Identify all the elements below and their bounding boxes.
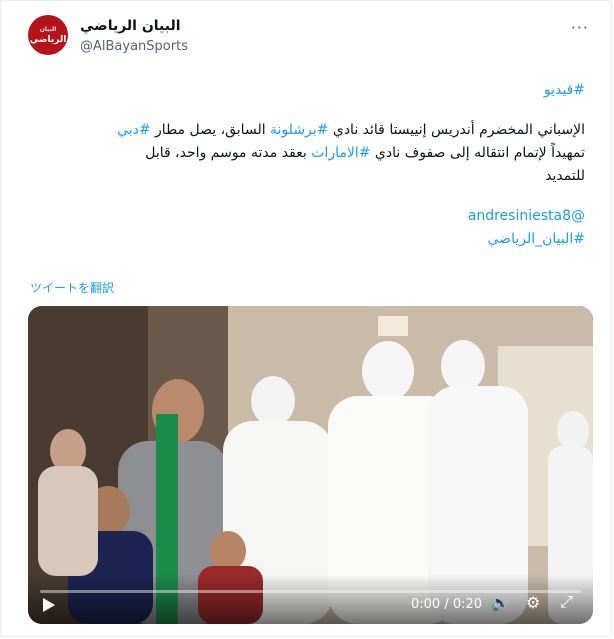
- video-player[interactable]: 0:00 / 0:20 🔊 ⚙ ⤢: [28, 306, 593, 624]
- text-line1-a: الإسباني المخضرم أندريس إنييستا قائد ناد…: [328, 122, 585, 138]
- text-line2-a: تمهيداً لإتمام انتقاله إلى صفوف نادي: [370, 145, 585, 161]
- video-controls: 0:00 / 0:20 🔊 ⚙ ⤢: [28, 574, 593, 624]
- avatar-main-text: الرياضي: [29, 35, 67, 45]
- avatar[interactable]: البيان الرياضي: [28, 15, 68, 55]
- play-icon[interactable]: [43, 598, 55, 612]
- hashtag-bayan[interactable]: #البيان_الرياضي: [488, 231, 585, 247]
- tweet-text: #فيديو الإسباني المخضرم أندريس إنييستا ق…: [31, 79, 585, 251]
- mention-iniesta[interactable]: @andresiniesta8: [468, 208, 585, 224]
- author-name[interactable]: البيان الرياضي: [80, 18, 181, 34]
- translate-link[interactable]: ツイートを翻訳: [30, 279, 114, 296]
- tweet-card: البيان الرياضي البيان الرياضي @AlBayanSp…: [0, 0, 612, 637]
- text-line1-b: السابق، يصل مطار: [150, 122, 271, 138]
- fullscreen-icon[interactable]: ⤢: [560, 592, 573, 612]
- video-progress-bar[interactable]: [40, 590, 581, 593]
- avatar-top-text: البيان: [39, 26, 57, 33]
- hashtag-dubai[interactable]: #دبي: [117, 122, 151, 138]
- text-line3: للتمديد: [545, 168, 585, 184]
- video-time: 0:00 / 0:20: [411, 597, 483, 612]
- hashtag-video[interactable]: #فيديو: [544, 82, 585, 98]
- author-handle[interactable]: @AlBayanSports: [80, 39, 188, 54]
- settings-icon[interactable]: ⚙: [526, 593, 540, 612]
- more-dots-icon[interactable]: ···: [571, 18, 589, 37]
- hashtag-emirates[interactable]: #الامارات: [311, 145, 370, 161]
- hashtag-barcelona[interactable]: #برشلونة: [270, 122, 328, 138]
- text-line2-b: بعقد مدته موسم واحد، قابل: [145, 145, 312, 161]
- volume-icon[interactable]: 🔊: [491, 594, 510, 612]
